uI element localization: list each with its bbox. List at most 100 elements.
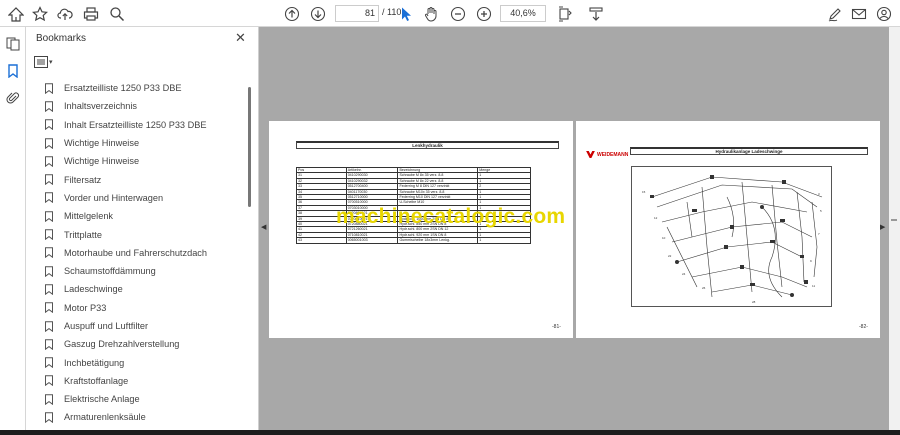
print-icon[interactable]	[81, 4, 101, 24]
table-cell: 43	[296, 237, 347, 244]
bookmark-icon	[45, 247, 53, 259]
star-icon[interactable]	[30, 4, 50, 24]
zoom-in-icon[interactable]	[474, 4, 494, 24]
bookmark-icon	[45, 156, 53, 167]
close-icon[interactable]: ✕	[235, 31, 246, 45]
page-number-left: -81-	[552, 324, 561, 330]
collapse-panel-icon[interactable]: ◀	[261, 223, 266, 231]
bookmark-label: Kraftstoffanlage	[64, 375, 129, 386]
bookmark-label: Wichtige Hinweise	[64, 138, 140, 149]
bookmark-label: Vorder und Hinterwagen	[64, 192, 164, 203]
panel-title: Bookmarks	[36, 33, 87, 44]
page-title-right: Hydraulikanlage Ladeschwinge	[630, 147, 868, 155]
table-cell: 1	[477, 237, 531, 244]
bookmark-icon	[45, 302, 53, 314]
bookmark-icon	[45, 174, 53, 186]
page-thumbnails-icon[interactable]	[4, 35, 22, 53]
svg-text:5: 5	[820, 209, 822, 213]
bookmark-label: Inhalt Ersatzteilliste 1250 P33 DBE	[64, 119, 207, 130]
vertical-scrollbar[interactable]	[889, 27, 900, 435]
bookmark-label: Ladeschwinge	[64, 284, 123, 295]
table-cell: Gummischeibe 18x3mm Lenkg.	[397, 237, 479, 244]
watermark-text: machinecatalogic.com	[336, 205, 566, 228]
zoom-out-icon[interactable]	[448, 4, 468, 24]
bookmark-label: Auspuff und Luftfilter	[64, 321, 149, 331]
bookmark-icon	[45, 192, 53, 204]
pdf-page-left: Lenkhydraulik Pos Artikelnr. Bezeichnung Me…	[269, 121, 573, 338]
top-toolbar: 81 / 110 40,6%	[0, 0, 900, 27]
bookmark-item[interactable]: Trittplatte	[40, 225, 248, 243]
next-page-icon[interactable]	[308, 4, 328, 24]
table-row: 43 0065001003 Gummischeibe 18x3mm Lenkg. 1	[296, 237, 531, 244]
bookmarks-panel: Bookmarks ✕ ▾ Ersatzteilliste 1250 P33 D…	[26, 27, 259, 435]
hand-tool-icon[interactable]	[421, 4, 441, 24]
bookmark-label: Inhaltsverzeichnis	[64, 101, 138, 112]
chevron-down-icon: ▾	[49, 59, 53, 66]
bookmark-label: Ersatzteilliste 1250 P33 DBE	[64, 83, 182, 94]
bookmark-scrollbar[interactable]	[248, 87, 251, 207]
bookmark-item[interactable]: Wichtige Hinweise	[40, 152, 248, 170]
left-navigation-rail	[0, 27, 26, 435]
list-options-icon	[34, 56, 48, 68]
bookmark-label: Elektrische Anlage	[64, 394, 140, 405]
hydraulic-diagram: 15 12 10 22 24 26 3 5 7 9 11 28	[631, 166, 832, 307]
bookmark-item[interactable]: Auspuff und Luftfilter	[40, 317, 248, 335]
bookmark-icon	[45, 357, 53, 369]
search-icon[interactable]	[107, 4, 127, 24]
bookmark-item[interactable]: Armaturenlenksäule	[40, 408, 248, 426]
bookmark-item[interactable]: Kraftstoffanlage	[40, 372, 248, 390]
table-cell: 0065001003	[345, 237, 399, 244]
svg-text:7: 7	[818, 232, 820, 236]
bookmark-item[interactable]: Gaszug Drehzahlverstellung	[40, 335, 248, 353]
page-fit-icon[interactable]	[555, 4, 575, 24]
bookmark-label: Gaszug Drehzahlverstellung	[64, 339, 180, 350]
zoom-level-dropdown[interactable]: 40,6%	[500, 5, 546, 22]
bookmark-item[interactable]: Vorder und Hinterwagen	[40, 189, 248, 207]
bookmark-icon	[45, 229, 53, 241]
bookmark-icon	[45, 412, 53, 423]
bookmark-icon	[45, 393, 53, 405]
bookmark-item[interactable]: Motor P33	[40, 299, 248, 317]
svg-text:22: 22	[668, 254, 672, 258]
attachments-icon[interactable]	[4, 89, 22, 107]
brand-logo: WEIDEMANN	[586, 151, 628, 158]
select-cursor-icon[interactable]	[396, 4, 416, 24]
email-icon[interactable]	[849, 4, 869, 24]
svg-text:15: 15	[642, 190, 646, 194]
bookmark-icon	[45, 339, 53, 350]
bookmark-item[interactable]: Motorhaube und Fahrerschutzdach	[40, 244, 248, 262]
page-number-input[interactable]: 81	[335, 5, 379, 22]
svg-text:28: 28	[752, 300, 756, 304]
fill-sign-icon[interactable]	[825, 4, 845, 24]
bookmark-options-button[interactable]: ▾	[34, 55, 56, 69]
svg-text:12: 12	[654, 216, 658, 220]
account-icon[interactable]	[874, 4, 894, 24]
bookmark-item[interactable]: Filtersatz	[40, 170, 248, 188]
bookmark-item[interactable]: Ladeschwinge	[40, 280, 248, 298]
bookmark-item[interactable]: Ersatzteilliste 1250 P33 DBE	[40, 79, 248, 97]
bookmark-item[interactable]: Inchbetätigung	[40, 353, 248, 371]
bookmarks-panel-icon[interactable]	[4, 62, 22, 80]
taskbar-strip	[0, 430, 900, 435]
bookmark-item[interactable]: Mittelgelenk	[40, 207, 248, 225]
previous-page-icon[interactable]	[282, 4, 302, 24]
bookmark-label: Mittelgelenk	[64, 211, 114, 222]
bookmark-item[interactable]: Schaumstoffdämmung	[40, 262, 248, 280]
bookmark-icon	[45, 119, 53, 131]
bookmark-item[interactable]: Elektrische Anlage	[40, 390, 248, 408]
bookmark-icon	[45, 137, 53, 149]
bookmark-icon	[45, 320, 53, 332]
expand-right-panel-icon[interactable]: ▶	[880, 223, 885, 231]
bookmark-icon	[45, 375, 53, 387]
svg-text:24: 24	[682, 272, 686, 276]
home-icon[interactable]	[6, 4, 26, 24]
bookmark-label: Armaturenlenksäule	[64, 412, 146, 423]
bookmark-icon	[45, 82, 53, 94]
bookmark-item[interactable]: Wichtige Hinweise	[40, 134, 248, 152]
bookmark-icon	[45, 265, 53, 277]
upload-cloud-icon[interactable]	[55, 4, 75, 24]
bookmark-label: Schaumstoffdämmung	[64, 266, 156, 277]
scroll-mode-icon[interactable]	[586, 4, 606, 24]
bookmark-item[interactable]: Inhalt Ersatzteilliste 1250 P33 DBE	[40, 116, 248, 134]
bookmark-item[interactable]: Inhaltsverzeichnis	[40, 97, 248, 115]
